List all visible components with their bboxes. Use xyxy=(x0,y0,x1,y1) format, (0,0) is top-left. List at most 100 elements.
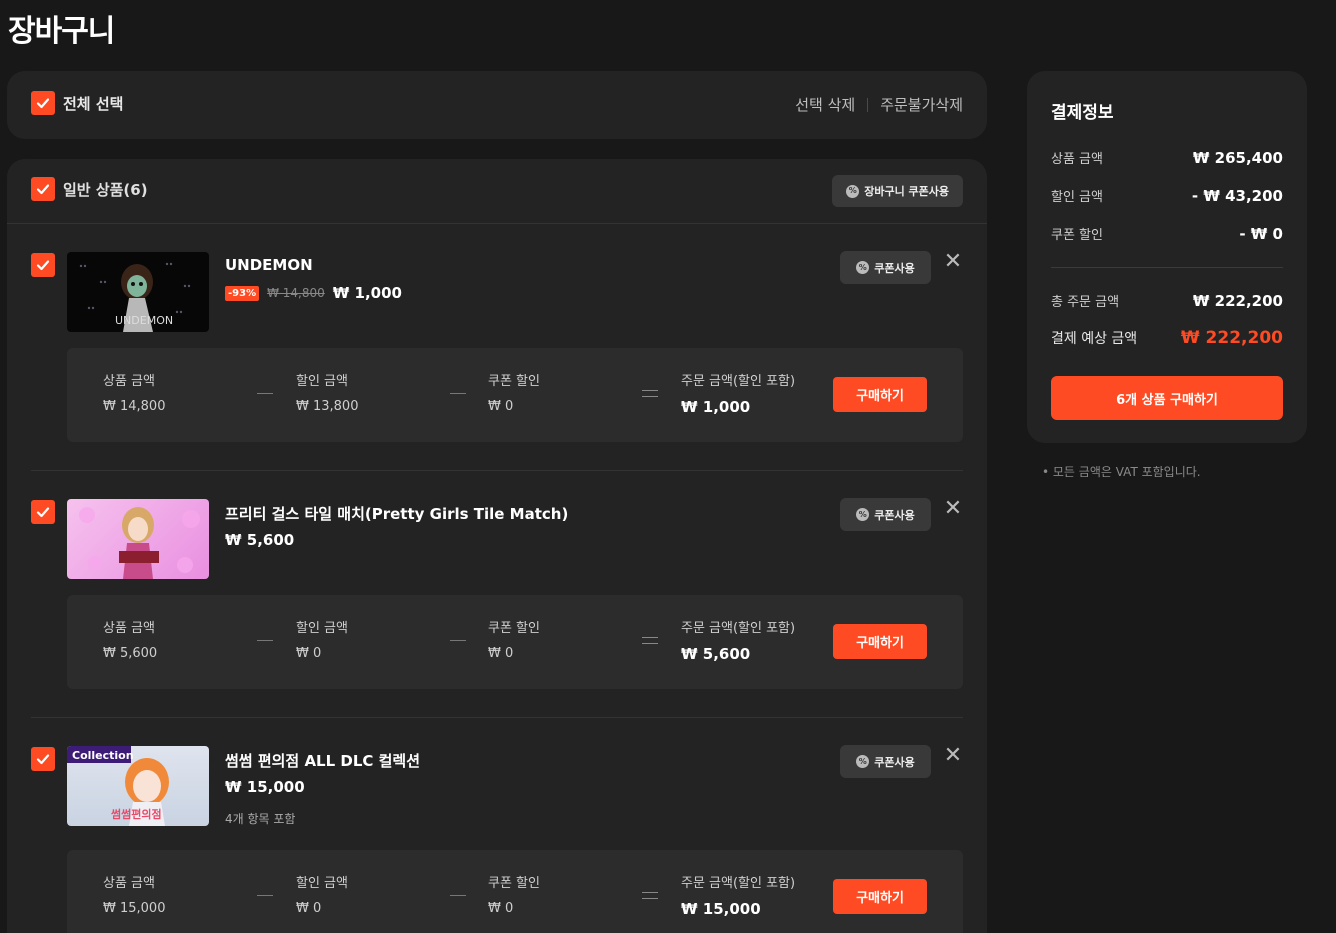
minus-icon xyxy=(257,388,273,398)
item-checkbox[interactable] xyxy=(31,747,55,771)
product-amount: 상품 금액 ₩ 15,000 xyxy=(103,872,165,916)
product-title[interactable]: 프리티 걸스 타일 매치(Pretty Girls Tile Match) xyxy=(225,503,568,524)
price-breakdown: 상품 금액 ₩ 15,000 할인 금액 ₩ 0 쿠폰 할인 ₩ 0 주문 금액… xyxy=(67,850,963,933)
coupon-discount: 쿠폰 할인 ₩ 0 xyxy=(488,617,540,661)
discount-amount-label: 할인 금액 xyxy=(296,374,348,389)
coupon-discount-label: 쿠폰 할인 xyxy=(488,621,540,636)
sale-price: ₩ 1,000 xyxy=(332,284,402,302)
page-title: 장바구니 xyxy=(8,14,115,49)
minus-icon xyxy=(450,388,466,398)
coupon-icon: % xyxy=(856,508,870,521)
discount-amount: 할인 금액 ₩ 13,800 xyxy=(296,370,358,414)
product-thumbnail[interactable]: Collection 썸썸편의점 xyxy=(67,746,209,826)
product-amount-label: 상품 금액 xyxy=(103,876,155,891)
cart-coupon-label: 장바구니 쿠폰사용 xyxy=(864,185,949,198)
coupon-button-label: 쿠폰사용 xyxy=(874,755,915,769)
product-title[interactable]: UNDEMON xyxy=(225,256,313,274)
delete-unavailable-button[interactable]: 주문불가삭제 xyxy=(880,94,963,115)
original-price: ₩ 14,800 xyxy=(267,286,325,300)
summary-label: 쿠폰 할인 xyxy=(1051,228,1103,243)
coupon-discount-label: 쿠폰 할인 xyxy=(488,374,540,389)
product-title[interactable]: 썸썸 편의점 ALL DLC 컬렉션 xyxy=(225,750,420,771)
discount-amount: 할인 금액 ₩ 0 xyxy=(296,872,348,916)
minus-icon xyxy=(450,635,466,645)
buy-button[interactable]: 구매하기 xyxy=(833,377,927,412)
order-amount-value: ₩ 15,000 xyxy=(681,900,761,918)
product-amount-label: 상품 금액 xyxy=(103,621,155,636)
cart-item: 프리티 걸스 타일 매치(Pretty Girls Tile Match) ₩ … xyxy=(7,471,987,718)
minus-icon xyxy=(257,635,273,645)
price-line: ₩ 5,600 xyxy=(225,531,294,549)
collection-badge: Collection xyxy=(72,749,134,762)
discount-amount-label: 할인 금액 xyxy=(296,621,348,636)
product-thumbnail[interactable]: UNDEMON xyxy=(67,252,209,332)
group-checkbox[interactable] xyxy=(31,177,55,201)
minus-icon xyxy=(450,890,466,900)
divider xyxy=(867,97,869,112)
cart-item: Collection 썸썸편의점 썸썸 편의점 ALL DLC 컬렉션 ₩ 15… xyxy=(7,718,987,933)
product-amount-value: ₩ 5,600 xyxy=(103,646,158,661)
close-icon[interactable]: ✕ xyxy=(943,498,963,520)
sale-price: ₩ 15,000 xyxy=(225,778,305,796)
discount-amount-label: 할인 금액 xyxy=(296,876,348,891)
bulk-actions: 선택 삭제 주문불가삭제 xyxy=(795,94,963,115)
summary-expected: 결제 예상 금액 ₩ 222,200 xyxy=(1051,328,1283,348)
discount-amount-value: ₩ 13,800 xyxy=(296,399,359,414)
delete-selected-button[interactable]: 선택 삭제 xyxy=(795,94,855,115)
summary-value: ₩ 265,400 xyxy=(1192,148,1283,167)
buy-button[interactable]: 구매하기 xyxy=(833,879,927,914)
select-all-label: 전체 선택 xyxy=(63,95,124,113)
cart-coupon-button[interactable]: % 장바구니 쿠폰사용 xyxy=(832,175,963,207)
vat-note: • 모든 금액은 VAT 포함입니다. xyxy=(1042,465,1201,479)
coupon-discount-value: ₩ 0 xyxy=(488,399,514,414)
coupon-icon: % xyxy=(856,261,870,274)
equals-icon xyxy=(642,388,658,398)
check-icon xyxy=(36,260,50,271)
product-amount-value: ₩ 14,800 xyxy=(103,399,166,414)
order-amount-label: 주문 금액(할인 포함) xyxy=(681,374,796,389)
coupon-button[interactable]: % 쿠폰사용 xyxy=(840,745,931,778)
price-line: -93% ₩ 14,800 ₩ 1,000 xyxy=(225,284,402,302)
check-icon xyxy=(36,754,50,765)
product-amount: 상품 금액 ₩ 14,800 xyxy=(103,370,165,414)
payment-summary: 결제정보 상품 금액 ₩ 265,400 할인 금액 - ₩ 43,200 쿠폰… xyxy=(1027,71,1307,443)
summary-discount: 할인 금액 - ₩ 43,200 xyxy=(1051,186,1283,206)
coupon-button-label: 쿠폰사용 xyxy=(874,508,915,522)
order-amount-value: ₩ 1,000 xyxy=(681,398,751,416)
discount-amount-value: ₩ 0 xyxy=(296,646,322,661)
item-checkbox[interactable] xyxy=(31,253,55,277)
close-icon[interactable]: ✕ xyxy=(943,251,963,273)
coupon-discount: 쿠폰 할인 ₩ 0 xyxy=(488,370,540,414)
item-checkbox[interactable] xyxy=(31,500,55,524)
coupon-discount-value: ₩ 0 xyxy=(488,901,514,916)
price-line: ₩ 15,000 xyxy=(225,778,305,796)
coupon-button[interactable]: % 쿠폰사용 xyxy=(840,498,931,531)
coupon-discount-value: ₩ 0 xyxy=(488,646,514,661)
product-amount-label: 상품 금액 xyxy=(103,374,155,389)
summary-label: 총 주문 금액 xyxy=(1051,295,1120,310)
check-icon xyxy=(36,184,50,195)
minus-icon xyxy=(257,890,273,900)
summary-value: ₩ 222,200 xyxy=(1180,328,1283,348)
summary-label: 할인 금액 xyxy=(1051,190,1103,205)
thumbnail-logo-text: 썸썸편의점 xyxy=(111,807,162,821)
buy-all-button[interactable]: 6개 상품 구매하기 xyxy=(1051,376,1283,420)
sale-price: ₩ 5,600 xyxy=(225,531,295,549)
summary-divider xyxy=(1051,267,1283,268)
summary-label: 상품 금액 xyxy=(1051,152,1103,167)
summary-title: 결제정보 xyxy=(1051,103,1114,123)
coupon-discount: 쿠폰 할인 ₩ 0 xyxy=(488,872,540,916)
order-amount-label: 주문 금액(할인 포함) xyxy=(681,621,796,636)
price-breakdown: 상품 금액 ₩ 5,600 할인 금액 ₩ 0 쿠폰 할인 ₩ 0 주문 금액(… xyxy=(67,595,963,689)
coupon-button[interactable]: % 쿠폰사용 xyxy=(840,251,931,284)
select-all-bar: 전체 선택 선택 삭제 주문불가삭제 xyxy=(7,71,987,139)
product-thumbnail[interactable] xyxy=(67,499,209,579)
group-label: 일반 상품(6) xyxy=(63,181,148,199)
buy-button[interactable]: 구매하기 xyxy=(833,624,927,659)
equals-icon xyxy=(642,890,658,900)
cart-item: UNDEMON UNDEMON -93% ₩ 14,800 ₩ 1,000 % … xyxy=(7,224,987,471)
product-amount: 상품 금액 ₩ 5,600 xyxy=(103,617,157,661)
select-all-checkbox[interactable] xyxy=(31,91,55,115)
equals-icon xyxy=(642,635,658,645)
close-icon[interactable]: ✕ xyxy=(943,745,963,767)
